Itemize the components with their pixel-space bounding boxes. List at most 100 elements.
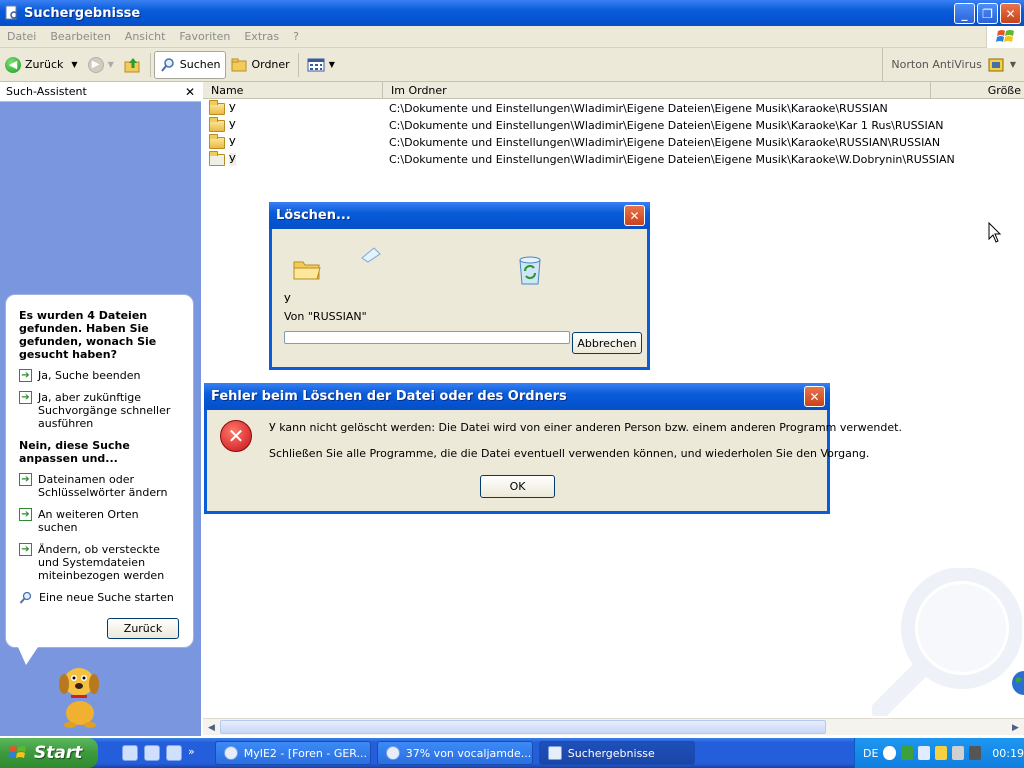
tray-network-icon[interactable]	[900, 746, 913, 760]
option-label: An weiteren Orten suchen	[38, 508, 139, 534]
back-label: Zurück	[25, 58, 64, 71]
source-folder-icon	[293, 261, 321, 280]
window-title: Suchergebnisse	[24, 5, 141, 21]
tray-expand-icon[interactable]	[883, 746, 896, 760]
quicklaunch-mail-icon[interactable]	[166, 745, 182, 761]
bubble-tail	[18, 647, 38, 665]
menu-help[interactable]: ?	[286, 30, 306, 43]
search-button[interactable]: Suchen	[153, 50, 227, 79]
flying-paper-icon	[361, 247, 381, 263]
tray-app-icon[interactable]	[917, 746, 930, 760]
myie2-icon	[223, 746, 238, 760]
scroll-left-icon[interactable]: ◀	[203, 719, 220, 736]
task-myie2[interactable]: MyIE2 - [Foren - GER...	[214, 741, 371, 765]
scroll-right-icon[interactable]: ▶	[1007, 719, 1024, 736]
search-results-icon	[5, 5, 18, 20]
option-label: Ja, Suche beenden	[38, 369, 141, 382]
error-message-1: У kann nicht gelöscht werden: Die Datei …	[269, 421, 902, 434]
column-name[interactable]: Name	[203, 82, 383, 98]
tray-safely-remove-icon[interactable]	[951, 746, 965, 760]
option-other-locations[interactable]: ➔ An weiteren Orten suchen	[19, 508, 181, 534]
menubar: Datei Bearbeiten Ansicht Favoriten Extra…	[0, 26, 1024, 48]
toolbar: ◀ Zurück ▼ ▶ ▼ Suchen Ordner ▼ Norton An…	[0, 48, 1024, 82]
recycle-bin-icon	[519, 256, 541, 285]
green-arrow-icon: ➔	[19, 369, 32, 382]
task-search-results[interactable]: Suchergebnisse	[538, 741, 695, 765]
views-button[interactable]: ▼	[302, 51, 340, 79]
error-dialog-titlebar[interactable]: Fehler beim Löschen der Datei oder des O…	[204, 383, 830, 410]
cancel-delete-button[interactable]: Abbrechen	[572, 332, 642, 354]
scrollbar-thumb[interactable]	[220, 720, 826, 734]
back-arrow-icon: ◀	[5, 56, 21, 73]
task-label: MyIE2 - [Foren - GER...	[243, 746, 368, 760]
mouse-cursor-icon	[988, 222, 1002, 243]
menu-ansicht[interactable]: Ansicht	[118, 30, 173, 43]
task-download[interactable]: 37% von vocaljamde...	[376, 741, 533, 765]
file-name: У	[229, 153, 236, 166]
minimize-button[interactable]: _	[954, 3, 975, 24]
views-icon	[307, 58, 325, 71]
magnifier-icon	[19, 591, 32, 604]
forward-button[interactable]: ▶ ▼	[83, 51, 119, 79]
menu-favoriten[interactable]: Favoriten	[172, 30, 237, 43]
taskbar: Start » MyIE2 - [Foren - GER... 37% von …	[0, 738, 1024, 768]
file-name: У	[229, 119, 236, 132]
search-assistant-header: Such-Assistent ✕	[0, 82, 201, 102]
table-row[interactable]: У C:\Dokumente und Einstellungen\Wladimi…	[203, 99, 1024, 117]
task-label: Suchergebnisse	[567, 746, 655, 760]
norton-dropdown-icon[interactable]: ▼	[1010, 60, 1016, 69]
table-row[interactable]: У C:\Dokumente und Einstellungen\Wladimi…	[203, 133, 1024, 151]
search-label: Suchen	[179, 58, 221, 71]
globe-icon	[1012, 671, 1024, 695]
language-indicator[interactable]: DE	[863, 747, 878, 760]
option-label: Ändern, ob versteckte und Systemdateien …	[38, 543, 165, 582]
file-folder: C:\Dokumente und Einstellungen\Wladimir\…	[389, 136, 941, 149]
download-icon	[385, 746, 400, 760]
error-dialog-close-button[interactable]: ✕	[804, 386, 825, 407]
forward-dropdown-icon[interactable]: ▼	[108, 60, 114, 69]
close-button[interactable]: ✕	[1000, 3, 1021, 24]
menu-extras[interactable]: Extras	[237, 30, 286, 43]
tray-norton-icon[interactable]	[934, 746, 947, 760]
quicklaunch-settings-icon[interactable]	[122, 745, 138, 761]
refine-search-heading: Nein, diese Suche anpassen und...	[19, 439, 130, 465]
windows-flag-icon	[8, 746, 26, 758]
clock: 00:19	[992, 746, 1024, 760]
ok-button[interactable]: OK	[480, 475, 555, 498]
back-search-button[interactable]: Zurück	[107, 618, 179, 639]
back-dropdown-icon[interactable]: ▼	[71, 60, 77, 69]
option-change-filenames[interactable]: ➔ Dateinamen oder Schlüsselwörter ändern	[19, 473, 181, 499]
toolbar-separator	[149, 52, 151, 77]
tray-monitor-icon[interactable]	[969, 746, 982, 760]
option-faster-search[interactable]: ➔ Ja, aber zukünftige Suchvorgänge schne…	[19, 391, 181, 430]
window-titlebar[interactable]: Suchergebnisse _ ❐ ✕	[0, 0, 1024, 26]
delete-dialog-close-button[interactable]: ✕	[624, 205, 645, 226]
table-row[interactable]: У C:\Dokumente und Einstellungen\Wladimi…	[203, 150, 1024, 168]
search-pane-close-icon[interactable]: ✕	[185, 85, 195, 99]
quicklaunch-ie-icon[interactable]	[144, 745, 160, 761]
folders-button[interactable]: Ordner	[226, 51, 294, 79]
quicklaunch-more-icon[interactable]: »	[188, 745, 195, 761]
table-row[interactable]: У C:\Dokumente und Einstellungen\Wladimi…	[203, 116, 1024, 134]
menu-bearbeiten[interactable]: Bearbeiten	[43, 30, 117, 43]
forward-arrow-icon: ▶	[87, 56, 104, 73]
horizontal-scrollbar[interactable]: ◀ ▶	[203, 718, 1024, 735]
delete-dialog-titlebar[interactable]: Löschen...	[269, 202, 650, 229]
option-new-search[interactable]: Eine neue Suche starten	[19, 591, 181, 605]
search-assistant-title: Such-Assistent	[6, 85, 87, 98]
error-dialog-title: Fehler beim Löschen der Datei oder des O…	[211, 389, 567, 404]
file-name: У	[229, 136, 236, 149]
norton-antivirus-button[interactable]: Norton AntiVirus ▼	[882, 48, 1024, 81]
delete-progress-bar	[284, 331, 570, 344]
back-button[interactable]: ◀ Zurück ▼	[0, 51, 83, 79]
up-folder-button[interactable]	[119, 51, 147, 79]
start-button[interactable]: Start	[0, 738, 98, 768]
option-hidden-files[interactable]: ➔ Ändern, ob versteckte und Systemdateie…	[19, 543, 181, 582]
column-size[interactable]: Größe	[931, 82, 1024, 98]
maximize-button[interactable]: ❐	[977, 3, 998, 24]
menu-datei[interactable]: Datei	[0, 30, 43, 43]
option-stop-search[interactable]: ➔ Ja, Suche beenden	[19, 369, 181, 382]
column-folder[interactable]: Im Ordner	[383, 82, 931, 98]
delete-error-dialog: Fehler beim Löschen der Datei oder des O…	[204, 383, 902, 514]
file-name: У	[229, 102, 236, 115]
